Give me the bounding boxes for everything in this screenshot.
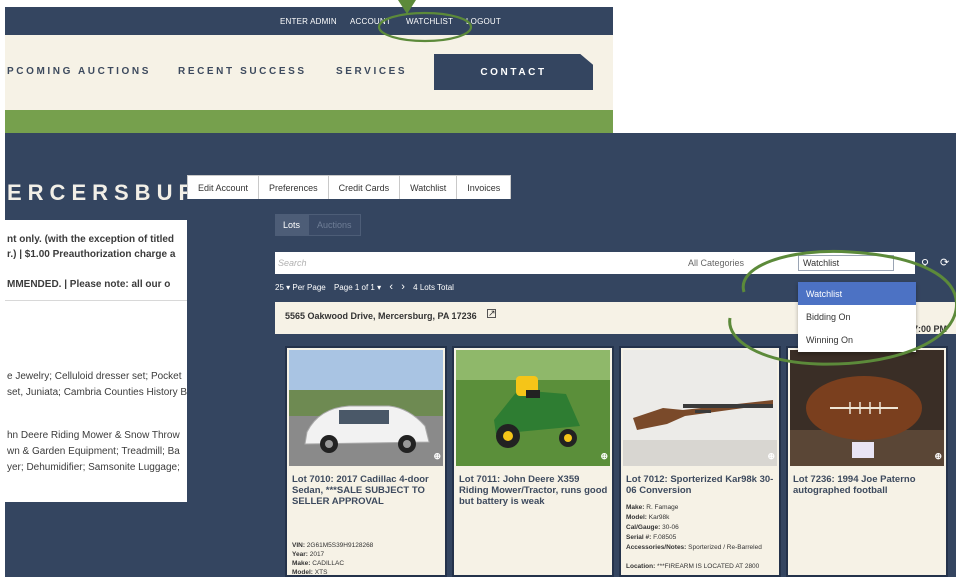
- account-tabs: Edit Account Preferences Credit Cards Wa…: [187, 175, 512, 199]
- nav-services[interactable]: SERVICES: [336, 66, 407, 77]
- zoom-icon[interactable]: ⊕: [767, 451, 775, 462]
- notice-line: set, Juniata; Cambria Counties History B: [7, 387, 187, 398]
- notice-line: wn & Garden Equipment; Treadmill; Ba: [7, 446, 180, 457]
- lot-spec: Cal/Gauge: 30-06: [626, 524, 679, 531]
- notice-line: yer; Dehumidifier; Samsonite Luggage;: [7, 462, 180, 473]
- lot-card[interactable]: ⊕ Lot 7010: 2017 Cadillac 4-door Sedan, …: [285, 346, 447, 577]
- watchlist-filter-select[interactable]: Watchlist: [798, 255, 894, 271]
- category-select[interactable]: All Categories: [688, 258, 744, 268]
- notice-line: MMENDED. | Please note: all our o: [7, 279, 171, 290]
- prev-page-icon[interactable]: ‹: [389, 281, 393, 293]
- search-icon[interactable]: ⚲: [921, 257, 929, 270]
- nav-recent-success[interactable]: RECENT SUCCESS: [178, 66, 307, 77]
- tab-preferences[interactable]: Preferences: [258, 175, 329, 199]
- nav-upcoming-auctions[interactable]: PCOMING AUCTIONS: [7, 66, 151, 77]
- notice-divider: [5, 300, 187, 301]
- lot-spec: VIN: 2G61M5S39H9128268: [292, 542, 374, 549]
- filter-dropdown: Watchlist Bidding On Winning On: [798, 282, 916, 352]
- lot-title[interactable]: Lot 7236: 1994 Joe Paterno autographed f…: [793, 474, 945, 496]
- zoom-icon[interactable]: ⊕: [433, 451, 441, 462]
- zoom-icon[interactable]: ⊕: [934, 451, 942, 462]
- enter-admin-link[interactable]: ENTER ADMIN: [280, 17, 337, 26]
- lots-toggle-button[interactable]: Lots: [275, 214, 309, 236]
- top-utility-bar: ENTER ADMIN ACCOUNT WATCHLIST LOGOUT: [5, 7, 613, 35]
- lot-spec: Serial #: F.08505: [626, 534, 677, 541]
- external-link-icon[interactable]: ↗: [487, 309, 496, 318]
- search-input[interactable]: Search All Categories Watchlist: [275, 252, 915, 274]
- auctions-toggle-button[interactable]: Auctions: [308, 214, 361, 236]
- lot-title[interactable]: Lot 7012: Sporterized Kar98k 30-06 Conve…: [626, 474, 778, 496]
- next-page-icon[interactable]: ›: [401, 281, 405, 293]
- logout-link[interactable]: LOGOUT: [466, 17, 501, 26]
- auction-notice-panel: nt only. (with the exception of titled r…: [5, 220, 187, 502]
- green-divider-bar: [5, 110, 613, 133]
- lot-title[interactable]: Lot 7011: John Deere X359 Riding Mower/T…: [459, 474, 611, 507]
- lot-spec: Model: XTS: [292, 569, 328, 576]
- lot-spec: Make: R. Famage: [626, 504, 679, 511]
- notice-line: r.) | $1.00 Preauthorization charge a: [7, 249, 176, 260]
- annotation-arrow: [398, 0, 416, 14]
- zoom-icon[interactable]: ⊕: [600, 451, 608, 462]
- per-page-select[interactable]: 25 ▾ Per Page: [275, 283, 326, 292]
- lot-title[interactable]: Lot 7010: 2017 Cadillac 4-door Sedan, **…: [292, 474, 444, 507]
- auction-time: 7:00 PM: [913, 324, 948, 334]
- lot-image-rifle[interactable]: [623, 350, 777, 466]
- contact-label: CONTACT: [480, 66, 547, 78]
- contact-button[interactable]: CONTACT: [434, 54, 593, 90]
- refresh-icon[interactable]: ⟳: [940, 256, 949, 269]
- lot-spec: Model: Kar98k: [626, 514, 670, 521]
- auction-address[interactable]: 5565 Oakwood Drive, Mercersburg, PA 1723…: [285, 311, 477, 321]
- lots-total: 4 Lots Total: [413, 283, 454, 292]
- lot-image-car[interactable]: [289, 350, 443, 466]
- tab-credit-cards[interactable]: Credit Cards: [327, 175, 401, 199]
- account-link[interactable]: ACCOUNT: [350, 17, 391, 26]
- pagination-bar: 25 ▾ Per Page Page 1 of 1 ▾ ‹ › 4 Lots T…: [275, 281, 460, 293]
- lot-spec: Year: 2017: [292, 551, 325, 558]
- lot-spec: Location: ***FIREARM IS LOCATED AT 2800: [626, 563, 760, 570]
- lot-image-football[interactable]: [790, 350, 944, 466]
- search-placeholder: Search: [278, 258, 307, 268]
- notice-line: e Jewelry; Celluloid dresser set; Pocket: [7, 371, 182, 382]
- lot-image-mower[interactable]: [456, 350, 610, 466]
- tab-invoices[interactable]: Invoices: [456, 175, 512, 199]
- tab-watchlist[interactable]: Watchlist: [399, 175, 458, 199]
- lot-card[interactable]: ⊕ Lot 7011: John Deere X359 Riding Mower…: [452, 346, 614, 577]
- watchlist-link[interactable]: WATCHLIST: [406, 17, 453, 26]
- lots-auctions-toggle: Lots Auctions: [275, 214, 361, 236]
- page-select[interactable]: Page 1 of 1 ▾: [334, 283, 381, 292]
- page-title: ERCERSBUR: [7, 180, 201, 205]
- dropdown-option-bidding-on[interactable]: Bidding On: [798, 305, 916, 328]
- lot-spec: Accessories/Notes: Sporterized / Re-Barr…: [626, 544, 762, 551]
- lot-card[interactable]: ⊕ Lot 7012: Sporterized Kar98k 30-06 Con…: [619, 346, 781, 577]
- lot-spec: Make: CADILLAC: [292, 560, 345, 567]
- tab-edit-account[interactable]: Edit Account: [187, 175, 260, 199]
- dropdown-option-winning-on[interactable]: Winning On: [798, 328, 916, 351]
- notice-line: nt only. (with the exception of titled: [7, 234, 175, 245]
- dropdown-option-watchlist[interactable]: Watchlist: [798, 282, 916, 305]
- notice-line: hn Deere Riding Mower & Snow Throw: [7, 430, 180, 441]
- lot-card[interactable]: ⊕ Lot 7236: 1994 Joe Paterno autographed…: [786, 346, 948, 577]
